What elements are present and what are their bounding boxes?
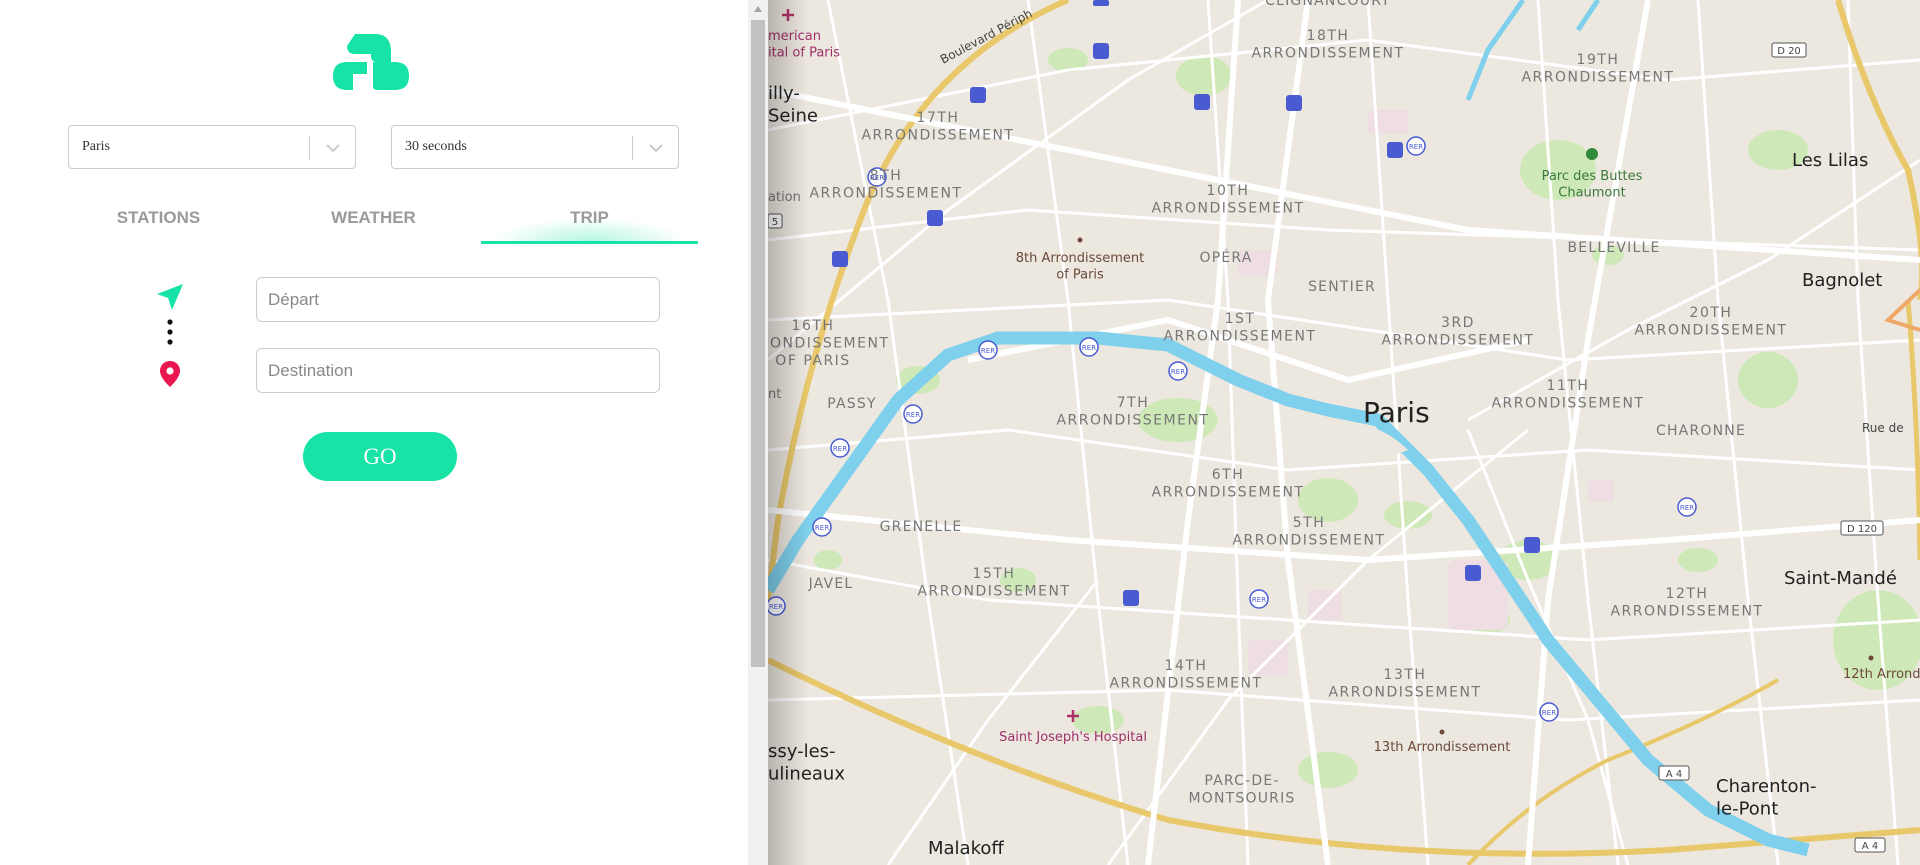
navigation-arrow-icon (157, 284, 183, 310)
rer-label: RER (833, 445, 847, 453)
poi-dot (1868, 655, 1874, 661)
select-separator (632, 136, 633, 160)
map-label-11th: 11TH ARRONDISSEMENT (1491, 378, 1644, 412)
tab-weather[interactable]: WEATHER (265, 200, 482, 244)
map-label-12th: 12TH ARRONDISSEMENT (1610, 586, 1763, 620)
map-label-5th: 5TH ARRONDISSEMENT (1232, 515, 1385, 549)
map-label-19th: 19TH ARRONDISSEMENT (1521, 52, 1674, 86)
map-label-18th: 18TH ARRONDISSEMENT (1251, 28, 1404, 62)
map-label-a4: A 4 (1862, 841, 1878, 852)
city-select-value: Paris (82, 139, 110, 154)
scrollbar-thumb[interactable] (751, 20, 765, 667)
map-label-saint-joseph: Saint Joseph's Hospital (999, 730, 1147, 745)
map-label-les-lilas: Les Lilas (1792, 150, 1868, 171)
rer-label: RER (906, 411, 920, 419)
map-label-1st: 1ST ARRONDISSEMENT (1163, 311, 1316, 345)
map-edge-shadow (768, 0, 808, 865)
map-label-charenton: Charenton-le-Pont (1716, 776, 1816, 820)
map-label-a4: A 4 (1666, 769, 1682, 780)
map-label-malakoff: Malakoff (928, 838, 1004, 859)
map-label-saint-mande: Saint-Mandé (1784, 568, 1897, 589)
map-label-bagnolet: Bagnolet (1802, 270, 1882, 291)
map-label-charonne: CHARONNE (1656, 423, 1746, 439)
map-view[interactable]: 18TH ARRONDISSEMENT 19TH ARRONDISSEMENT 17… (768, 0, 1920, 865)
map-label-javel: JAVEL (808, 576, 854, 592)
depart-input[interactable] (256, 277, 660, 322)
rer-label: RER (981, 347, 995, 355)
road-shields (768, 42, 1886, 853)
map-label-8th: 8TH ARRONDISSEMENT (809, 168, 962, 202)
canal (1465, 0, 1526, 101)
sidebar-scrollbar[interactable] (748, 0, 768, 865)
sidebar-panel: Paris 30 seconds STATIONS WEATHER TRIP G… (0, 0, 748, 865)
map-label-sentier: SENTIER (1308, 279, 1376, 295)
map-label-grenelle: GRENELLE (880, 519, 963, 535)
location-pin-icon (160, 361, 180, 387)
map-label-d120: D 120 (1847, 524, 1877, 535)
rer-label: RER (815, 524, 829, 532)
park-tree-icon (1586, 148, 1598, 160)
map-canvas[interactable]: 18TH ARRONDISSEMENT 19TH ARRONDISSEMENT 17… (768, 0, 1920, 865)
map-label-8th-arr-poi: 8th Arrondissement of Paris (1016, 251, 1144, 282)
chevron-down-icon[interactable] (646, 138, 666, 158)
map-label-rue-de: Rue de (1862, 421, 1904, 435)
refresh-interval-select[interactable]: 30 seconds (391, 125, 679, 169)
rer-label: RER (1171, 368, 1185, 376)
map-label-d20: D 20 (1777, 46, 1801, 57)
tab-stations[interactable]: STATIONS (50, 200, 267, 244)
rer-label: RER (870, 174, 884, 182)
map-label-passy: PASSY (827, 396, 876, 412)
destination-input[interactable] (256, 348, 660, 393)
city-select[interactable]: Paris (68, 125, 356, 169)
map-label-peripherique: Boulevard Périph (938, 6, 1035, 66)
tab-trip[interactable]: TRIP (481, 200, 698, 244)
canal (1575, 0, 1601, 32)
poi-dot (1439, 729, 1445, 735)
map-label-15th: 15TH ARRONDISSEMENT (917, 566, 1070, 600)
map-label-montsouris: PARC-DE-MONTSOURIS (1188, 773, 1295, 807)
rer-label: RER (1409, 143, 1423, 151)
map-label-clignancourt: CLIGNANCOURT (1265, 0, 1391, 9)
interval-select-value: 30 seconds (405, 139, 467, 154)
map-label-belleville: BELLEVILLE (1567, 240, 1660, 256)
map-label-12th-arr-poi: 12th Arrondissem (1843, 667, 1920, 682)
map-label-13th-arr-poi: 13th Arrondissement (1374, 740, 1511, 755)
poi-dot (1077, 237, 1083, 243)
map-label-20th: 20TH ARRONDISSEMENT (1634, 305, 1787, 339)
chevron-down-icon[interactable] (323, 138, 343, 158)
scroll-up-arrow-icon[interactable] (754, 6, 762, 12)
go-button[interactable]: GO (303, 432, 457, 481)
route-dots-icon (167, 319, 173, 345)
map-label-opera: OPÉRA (1199, 249, 1252, 266)
map-label-3rd: 3RD ARRONDISSEMENT (1381, 315, 1534, 349)
district-labels: 18TH ARRONDISSEMENT 19TH ARRONDISSEMENT 17… (768, 28, 1787, 701)
map-label-paris: Paris (1363, 396, 1430, 429)
select-separator (309, 136, 310, 160)
rer-label: RER (1082, 344, 1096, 352)
app-logo (333, 34, 409, 90)
rer-label: RER (1252, 596, 1266, 604)
map-label-13th: 13TH ARRONDISSEMENT (1328, 667, 1481, 701)
rer-label: RER (1680, 504, 1694, 512)
rer-label: RER (1542, 709, 1556, 717)
